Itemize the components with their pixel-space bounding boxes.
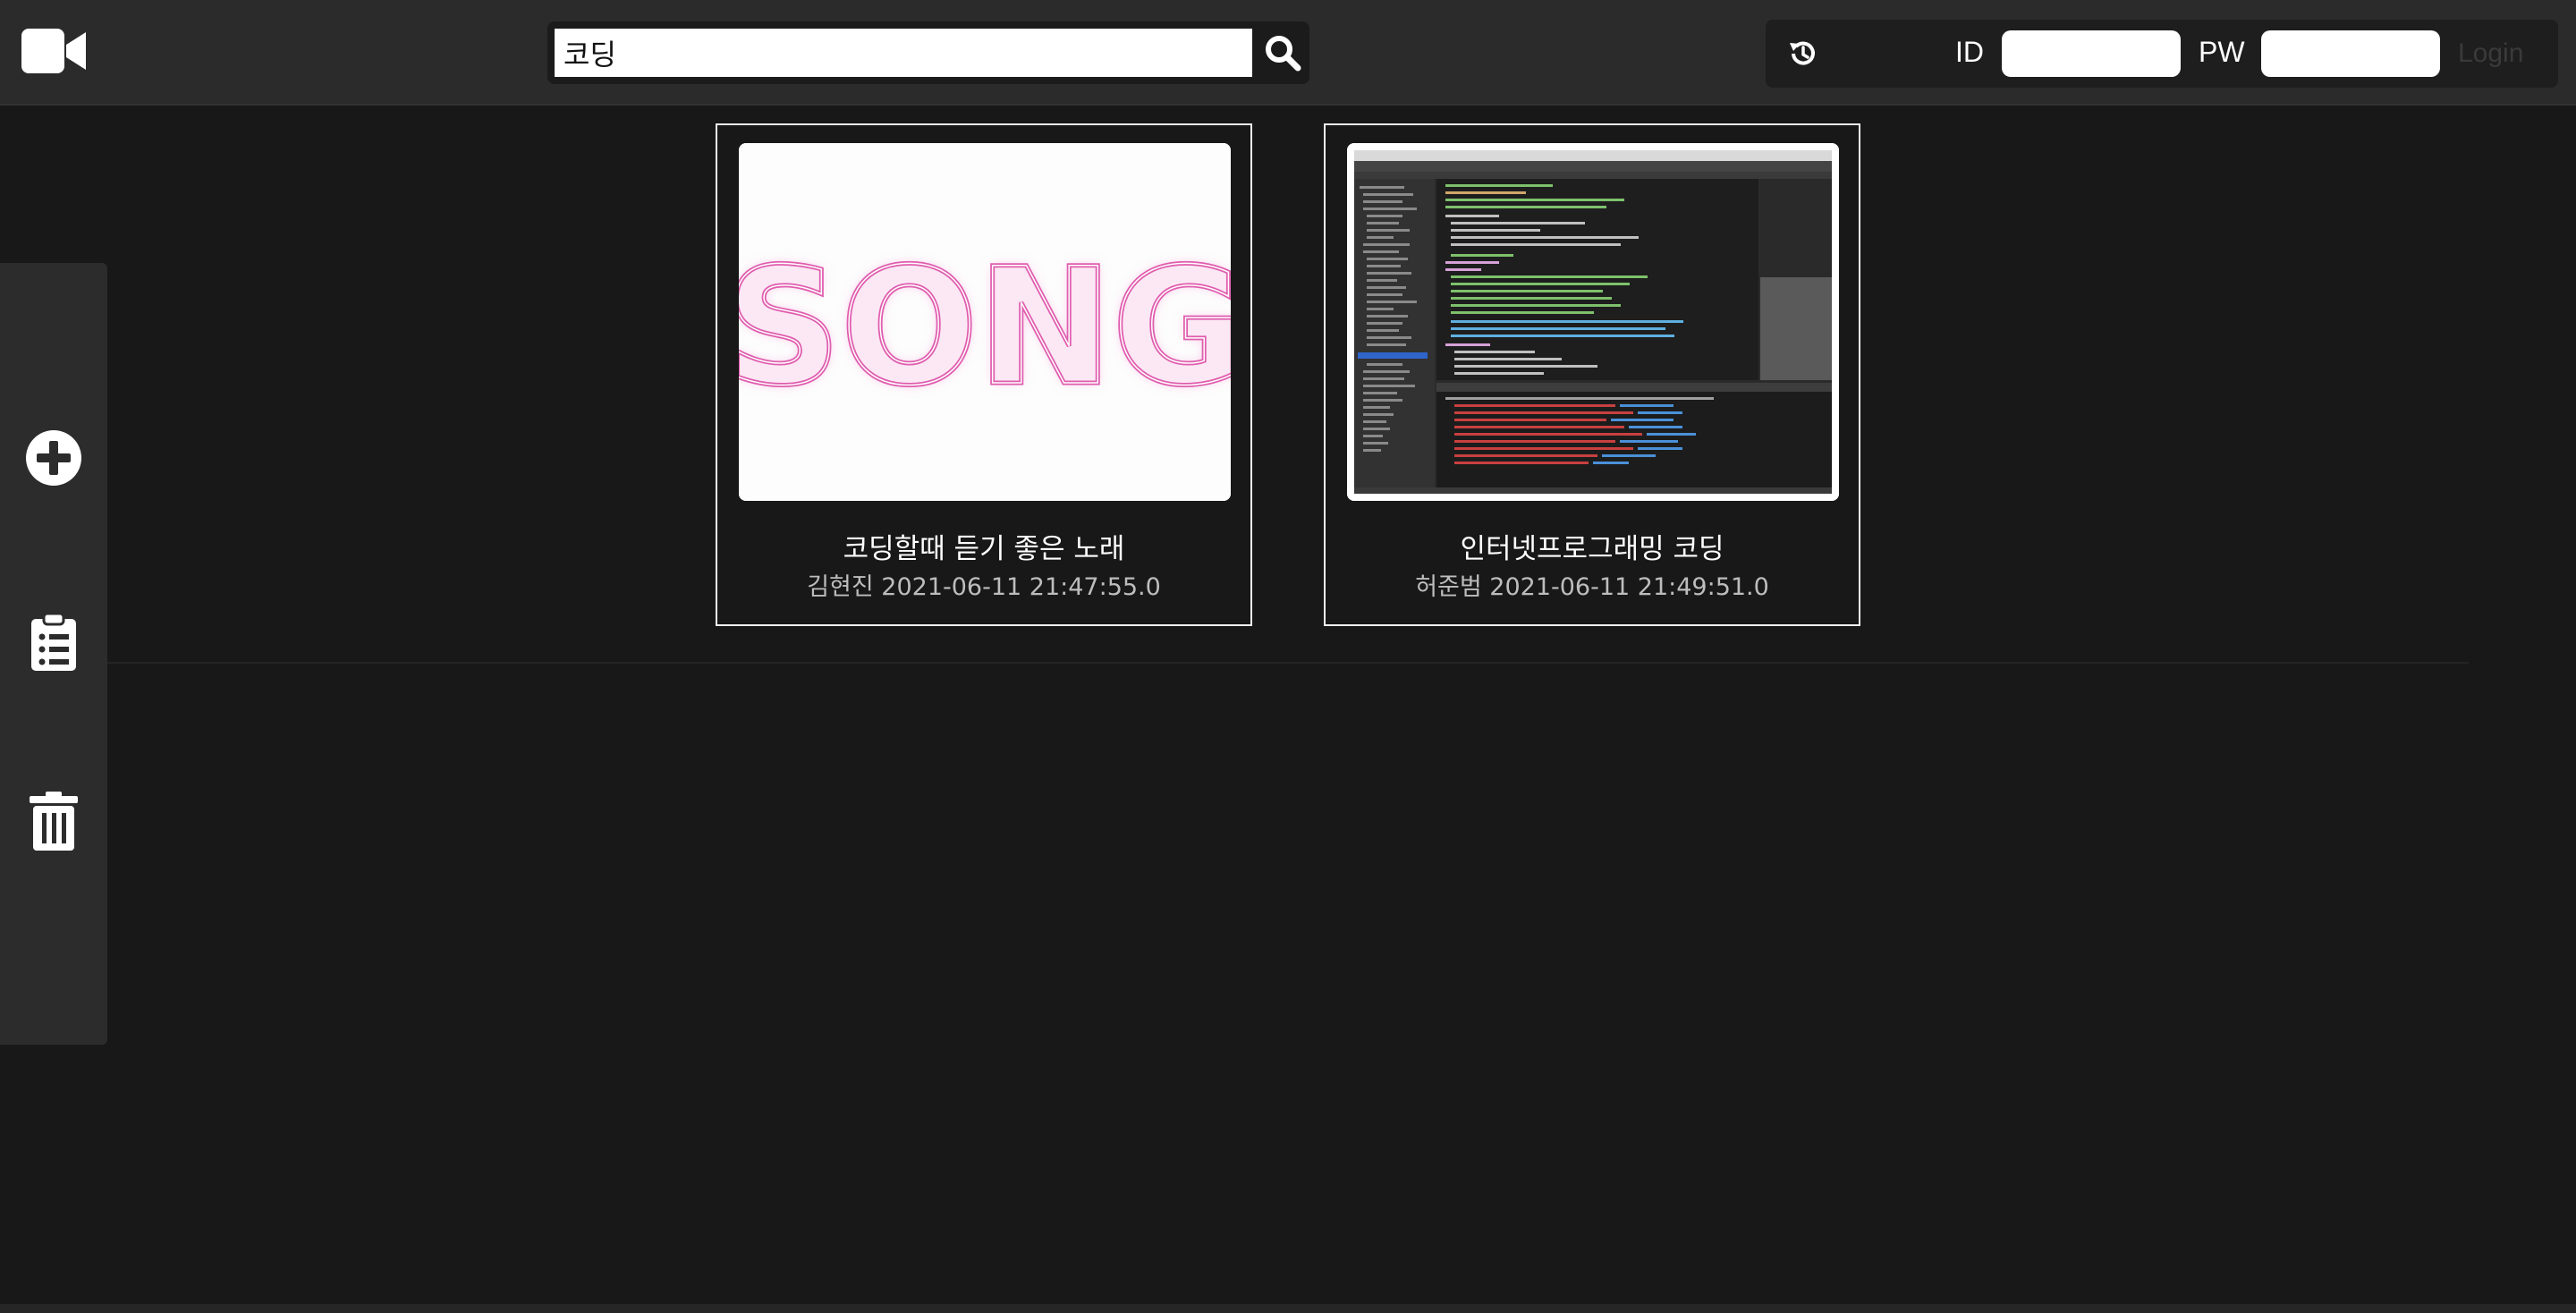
search-icon xyxy=(1266,36,1301,72)
id-field[interactable] xyxy=(2002,30,2181,77)
bottom-border xyxy=(0,1304,2576,1313)
pw-label: PW xyxy=(2199,36,2245,68)
trash-icon xyxy=(30,792,78,851)
clipboard-list-icon xyxy=(31,614,76,671)
delete-button[interactable] xyxy=(23,791,84,851)
video-title[interactable]: 코딩할때 듣기 좋은 노래 xyxy=(717,526,1250,566)
search-button[interactable] xyxy=(1259,29,1306,77)
list-button[interactable] xyxy=(23,612,84,673)
history-icon xyxy=(1790,41,1815,65)
search-bar xyxy=(547,21,1309,84)
sidebar xyxy=(0,263,107,1045)
top-bar: ID PW Login xyxy=(0,0,2576,106)
login-button[interactable]: Login xyxy=(2458,36,2547,72)
video-thumbnail[interactable] xyxy=(1347,143,1839,501)
login-panel: ID PW Login xyxy=(1766,20,2558,88)
add-circle-icon xyxy=(26,430,81,486)
video-meta: 허준범 2021-06-11 21:49:51.0 xyxy=(1415,573,1769,601)
content-divider xyxy=(107,662,2469,664)
video-meta: 김현진 2021-06-11 21:47:55.0 xyxy=(807,573,1161,601)
video-card[interactable]: 인터넷프로그래밍 코딩 허준범 2021-06-11 21:49:51.0 xyxy=(1324,123,1860,626)
history-button[interactable] xyxy=(1784,34,1823,73)
password-field[interactable] xyxy=(2261,30,2440,77)
svg-text:SONG: SONG xyxy=(739,234,1231,421)
video-thumbnail[interactable]: SONG SONG SONG xyxy=(739,143,1231,501)
add-video-button[interactable] xyxy=(23,428,84,488)
video-camera-icon[interactable] xyxy=(21,27,86,75)
id-label: ID xyxy=(1955,36,1984,68)
video-card[interactable]: SONG SONG SONG 코딩할때 듣기 좋은 노래 김현진 2021-06… xyxy=(716,123,1252,626)
search-input[interactable] xyxy=(555,29,1252,77)
video-title[interactable]: 인터넷프로그래밍 코딩 xyxy=(1326,526,1859,566)
